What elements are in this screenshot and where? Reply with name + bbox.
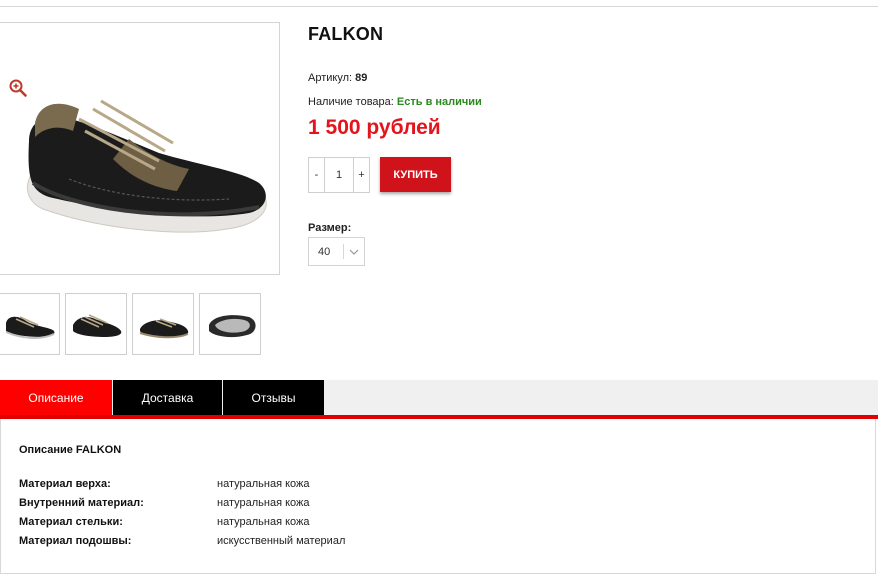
size-value: 40 xyxy=(318,245,331,258)
product-title: FALKON xyxy=(308,24,384,44)
sku-label: Артикул: xyxy=(308,72,356,84)
spec-key: Материал верха: xyxy=(19,478,111,490)
main-product-image[interactable] xyxy=(0,22,280,275)
qty-increase-button[interactable]: + xyxy=(353,158,369,192)
spec-key: Внутренний материал: xyxy=(19,497,144,509)
spec-value: искусственный материал xyxy=(217,535,346,547)
zoom-in-icon[interactable] xyxy=(9,79,27,97)
price: 1 500 рублей xyxy=(308,116,441,139)
thumbnail-2[interactable] xyxy=(65,293,127,355)
sku: Артикул: 89 xyxy=(308,72,367,84)
size-label: Размер: xyxy=(308,222,352,234)
thumbnail-4[interactable] xyxy=(199,293,261,355)
size-select[interactable]: 40 xyxy=(308,237,365,266)
tab-description[interactable]: Описание xyxy=(0,380,112,415)
stock-status: Наличие товара: Есть в наличии xyxy=(308,96,482,108)
chevron-down-icon xyxy=(344,249,364,255)
qty-input[interactable] xyxy=(325,158,353,192)
tab-reviews[interactable]: Отзывы xyxy=(223,380,324,415)
spec-value: натуральная кожа xyxy=(217,478,310,490)
buy-button[interactable]: КУПИТЬ xyxy=(380,157,451,192)
spec-key: Материал подошвы: xyxy=(19,535,132,547)
stock-value: Есть в наличии xyxy=(396,96,482,108)
thumbnail-3[interactable] xyxy=(132,293,194,355)
shoe-thumb-image xyxy=(5,316,55,339)
spec-value: натуральная кожа xyxy=(217,497,310,509)
thumbnail-1[interactable] xyxy=(0,293,60,355)
top-divider xyxy=(0,6,878,7)
tab-delivery[interactable]: Доставка xyxy=(113,380,222,415)
stock-label: Наличие товара: xyxy=(308,96,397,108)
sku-value: 89 xyxy=(355,72,368,84)
shoe-image xyxy=(27,99,267,233)
qty-decrease-button[interactable]: - xyxy=(309,158,325,192)
spec-value: натуральная кожа xyxy=(217,516,310,528)
shoe-thumb-image xyxy=(139,318,189,339)
description-title: Описание FALKON xyxy=(19,444,122,456)
quantity-stepper: - + xyxy=(308,157,370,193)
shoe-thumb-image xyxy=(73,314,122,337)
sole-thumb-image xyxy=(209,315,256,338)
spec-key: Материал стельки: xyxy=(19,516,123,528)
